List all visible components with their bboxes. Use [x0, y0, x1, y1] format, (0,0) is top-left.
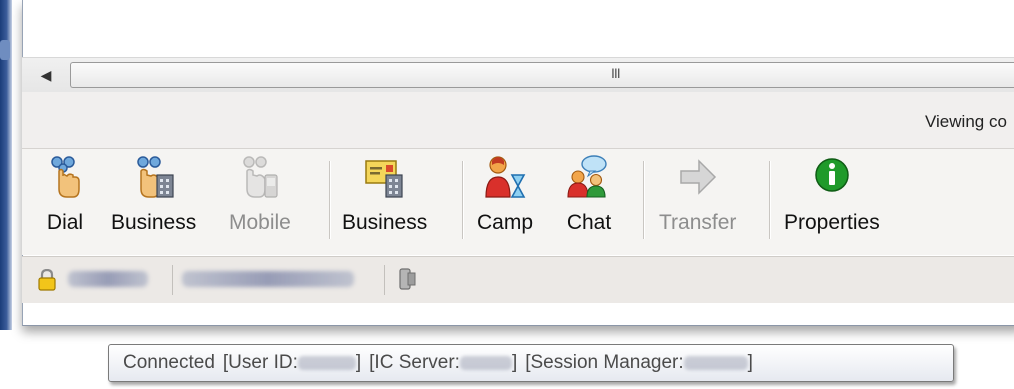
dial-business-button[interactable]: Business — [111, 155, 196, 249]
toolbar-separator — [462, 161, 463, 239]
chat-users-icon — [566, 155, 612, 199]
session-manager-value-redacted — [683, 356, 748, 370]
horizontal-scrollbar[interactable]: ◀ III — [22, 57, 1014, 93]
business-card-label: Business — [342, 211, 428, 234]
chat-button[interactable]: Chat — [566, 155, 612, 249]
toolbar-separator — [643, 161, 644, 239]
dial-mobile-button[interactable]: Mobile — [229, 155, 291, 249]
camp-label: Camp — [477, 211, 534, 234]
transfer-button[interactable]: Transfer — [659, 155, 736, 249]
toolbar-separator — [769, 161, 770, 239]
dial-label: Dial — [46, 211, 84, 234]
status-separator — [172, 265, 173, 295]
scroll-left-arrow-icon[interactable]: ◀ — [36, 65, 56, 85]
viewing-status-text: Viewing co — [925, 112, 1007, 131]
toolbar: Dial Business Mobile Business Camp Chat … — [22, 149, 1014, 255]
camp-user-hourglass-icon — [482, 155, 528, 199]
connected-text: Connected — [123, 352, 215, 373]
dial-business-label: Business — [111, 211, 197, 234]
session-manager-label: [Session Manager: — [525, 352, 684, 373]
camp-button[interactable]: Camp — [477, 155, 533, 249]
station-name-redacted — [68, 271, 148, 287]
ic-server-close: ] — [511, 352, 518, 373]
dial-business-icon — [131, 155, 177, 199]
chat-label: Chat — [566, 211, 612, 234]
scrollbar-grip-icon: III — [611, 65, 621, 81]
transfer-arrow-icon — [675, 155, 721, 199]
dial-mobile-label: Mobile — [229, 211, 291, 234]
user-id-close: ] — [355, 352, 362, 373]
dial-button[interactable]: Dial — [42, 155, 88, 249]
background-window-edge-highlight — [0, 40, 10, 60]
business-card-icon — [362, 155, 408, 199]
properties-label: Properties — [784, 211, 880, 234]
dial-mobile-icon — [237, 155, 283, 199]
dial-hand-icon — [42, 155, 88, 199]
station-status-bar — [22, 256, 1014, 303]
properties-button[interactable]: Properties — [784, 155, 880, 249]
scrollbar-thumb[interactable]: III — [70, 62, 1014, 88]
ic-server-label: [IC Server: — [369, 352, 460, 373]
toolbar-separator — [329, 161, 330, 239]
status-separator — [384, 265, 385, 295]
user-id-value-redacted — [297, 356, 356, 370]
connection-tooltip: Connected [User ID: ] [IC Server: ] [Ses… — [108, 344, 954, 382]
phone-icon[interactable] — [396, 267, 418, 296]
content-area — [23, 0, 1014, 55]
ic-server-value-redacted — [459, 356, 512, 370]
transfer-label: Transfer — [659, 211, 737, 234]
user-id-label: [User ID: — [222, 352, 298, 373]
business-card-button[interactable]: Business — [342, 155, 427, 249]
info-properties-icon — [809, 155, 855, 199]
lock-icon — [38, 268, 56, 296]
session-manager-close: ] — [747, 352, 753, 373]
user-name-redacted — [182, 271, 354, 287]
status-strip: Viewing co — [22, 92, 1014, 149]
